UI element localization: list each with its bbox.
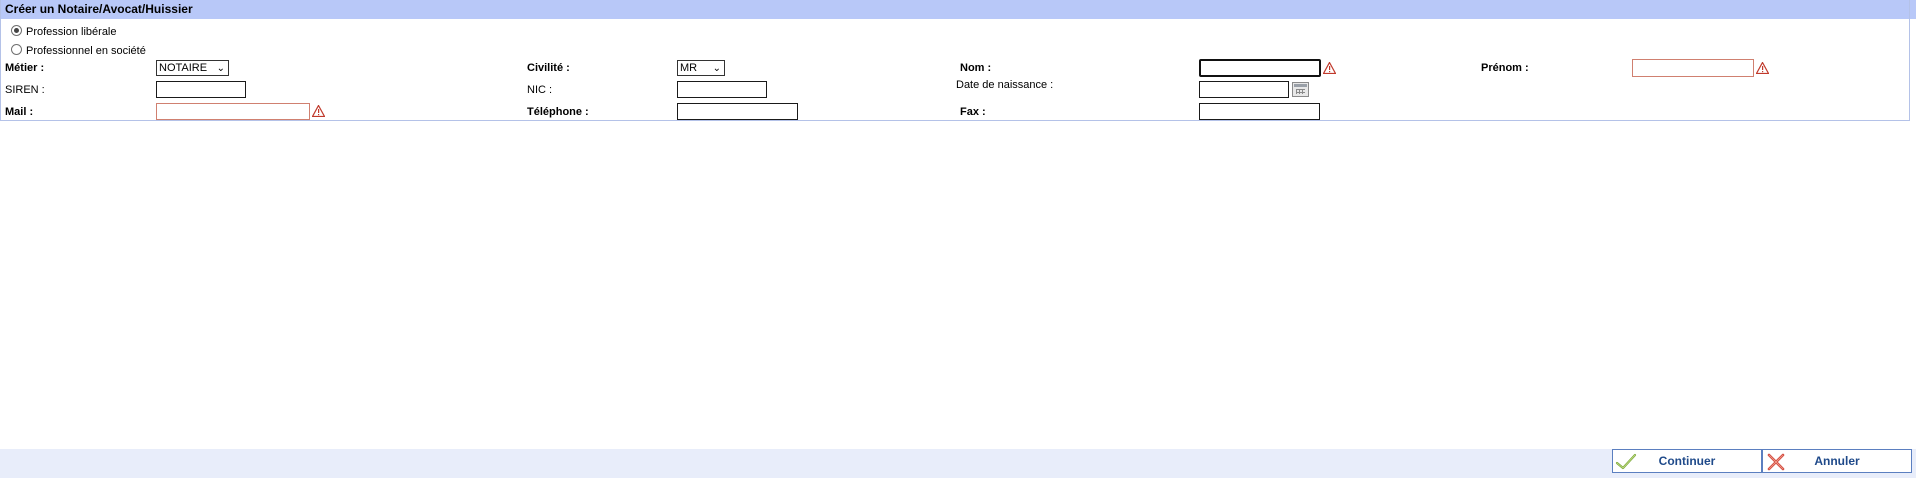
nom-label: Nom : xyxy=(960,62,992,74)
civilite-select[interactable]: MR ⌄ xyxy=(677,60,725,76)
continuer-button[interactable]: Continuer xyxy=(1612,449,1762,473)
telephone-input[interactable] xyxy=(677,103,798,120)
radio-professionnel-societe[interactable] xyxy=(11,44,22,55)
warning-icon xyxy=(1323,62,1336,74)
fax-label: Fax : xyxy=(960,106,986,118)
date-naissance-input[interactable] xyxy=(1199,81,1289,98)
mail-input[interactable] xyxy=(156,103,310,120)
cross-icon xyxy=(1767,453,1785,471)
metier-select-value: NOTAIRE xyxy=(159,62,208,74)
mail-label: Mail : xyxy=(5,106,34,118)
fax-input[interactable] xyxy=(1199,103,1320,120)
metier-select[interactable]: NOTAIRE ⌄ xyxy=(156,60,229,76)
chevron-down-icon: ⌄ xyxy=(216,63,225,74)
radio-profession-liberale[interactable] xyxy=(11,25,22,36)
radio-professionnel-societe-label: Professionnel en société xyxy=(26,45,146,57)
continuer-label: Continuer xyxy=(1658,454,1716,468)
annuler-button[interactable]: Annuler xyxy=(1762,449,1912,473)
nic-label: NIC : xyxy=(527,84,553,96)
nic-input[interactable] xyxy=(677,81,767,98)
civilite-label: Civilité : xyxy=(527,62,570,74)
warning-icon xyxy=(312,105,325,117)
nom-input[interactable] xyxy=(1199,59,1321,77)
siren-label: SIREN : xyxy=(5,84,45,96)
telephone-label: Téléphone : xyxy=(527,106,589,118)
civilite-select-value: MR xyxy=(680,62,698,74)
annuler-label: Annuler xyxy=(1814,454,1860,468)
check-icon xyxy=(1615,453,1637,470)
warning-icon xyxy=(1756,62,1769,74)
metier-label: Métier : xyxy=(5,62,45,74)
chevron-down-icon: ⌄ xyxy=(712,63,721,74)
prenom-label: Prénom : xyxy=(1481,62,1529,74)
calendar-icon[interactable] xyxy=(1292,82,1309,97)
prenom-input[interactable] xyxy=(1632,59,1754,77)
date-naissance-label: Date de naissance : xyxy=(956,79,1054,91)
siren-input[interactable] xyxy=(156,81,246,98)
radio-profession-liberale-label: Profession libérale xyxy=(26,26,117,38)
